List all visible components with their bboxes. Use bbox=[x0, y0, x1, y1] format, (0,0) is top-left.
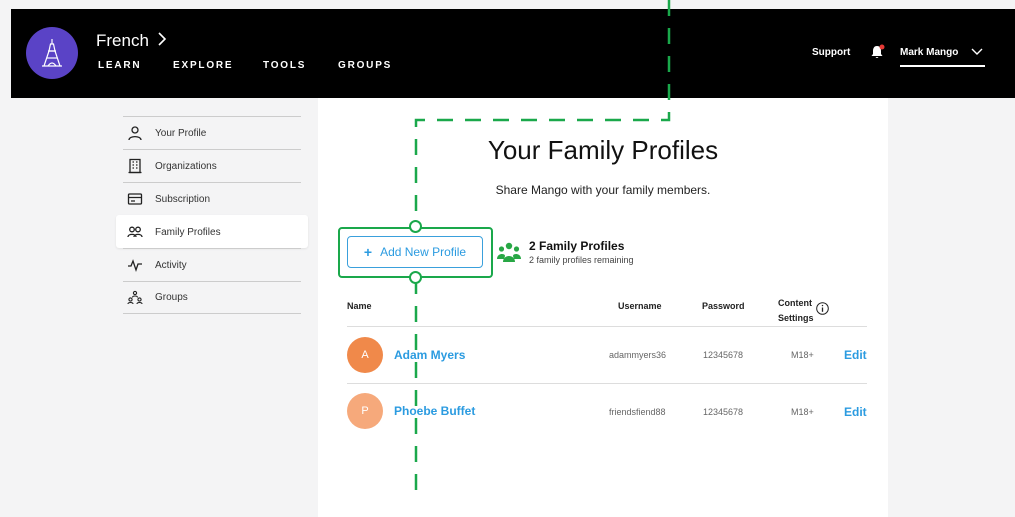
settings-sidebar: Your Profile Organizations Subscription … bbox=[116, 116, 308, 314]
family-group-icon bbox=[497, 240, 521, 264]
main-nav: LEARN EXPLORE TOOLS GROUPS bbox=[98, 60, 392, 71]
avatar: P bbox=[347, 393, 383, 429]
sidebar-item-label: Organizations bbox=[155, 160, 217, 172]
groups-icon bbox=[127, 290, 143, 304]
sidebar-item-organizations[interactable]: Organizations bbox=[123, 149, 301, 182]
nav-tools[interactable]: TOOLS bbox=[263, 60, 338, 71]
profile-password: 12345678 bbox=[703, 350, 744, 360]
column-header-username: Username bbox=[618, 301, 662, 311]
profile-name-link[interactable]: Phoebe Buffet bbox=[394, 404, 475, 418]
sidebar-item-activity[interactable]: Activity bbox=[123, 248, 301, 281]
column-header-name: Name bbox=[347, 301, 372, 311]
sidebar-item-label: Groups bbox=[155, 292, 188, 303]
nav-explore[interactable]: EXPLORE bbox=[173, 60, 263, 71]
content-settings-line2: Settings bbox=[778, 313, 814, 323]
profile-password: 12345678 bbox=[703, 407, 744, 417]
table-header-divider bbox=[347, 326, 867, 327]
page-subtitle: Share Mango with your family members. bbox=[495, 183, 711, 197]
sidebar-item-label: Subscription bbox=[155, 193, 211, 205]
info-icon[interactable] bbox=[816, 302, 829, 315]
sidebar-item-label: Your Profile bbox=[155, 127, 207, 139]
row-divider bbox=[347, 383, 867, 384]
chevron-down-icon[interactable] bbox=[971, 45, 983, 57]
avatar: A bbox=[347, 337, 383, 373]
sidebar-item-groups[interactable]: Groups bbox=[123, 281, 301, 314]
annotation-ring-top bbox=[409, 220, 422, 233]
eiffel-tower-icon[interactable] bbox=[26, 27, 78, 79]
sidebar-item-family-profiles[interactable]: Family Profiles bbox=[116, 215, 308, 248]
activity-icon bbox=[128, 259, 142, 273]
column-header-content-settings: Content Settings bbox=[778, 296, 814, 326]
language-label: French bbox=[96, 31, 149, 50]
top-navigation-bar: French LEARN EXPLORE TOOLS GROUPS Suppor… bbox=[11, 9, 1015, 98]
edit-profile-button[interactable]: Edit bbox=[844, 348, 867, 362]
support-link[interactable]: Support bbox=[812, 47, 850, 58]
sidebar-item-your-profile[interactable]: Your Profile bbox=[123, 116, 301, 149]
family-count-title: 2 Family Profiles bbox=[529, 239, 625, 253]
profile-name-link[interactable]: Adam Myers bbox=[394, 348, 465, 362]
page-title: Your Family Profiles bbox=[487, 135, 719, 165]
people-icon bbox=[127, 226, 143, 238]
sidebar-item-label: Family Profiles bbox=[155, 226, 221, 238]
nav-groups[interactable]: GROUPS bbox=[338, 60, 392, 71]
column-header-password: Password bbox=[702, 301, 745, 311]
sidebar-item-subscription[interactable]: Subscription bbox=[123, 182, 301, 215]
person-icon bbox=[128, 126, 142, 141]
bell-icon[interactable] bbox=[869, 44, 885, 60]
language-selector[interactable]: French bbox=[96, 31, 167, 51]
edit-profile-button[interactable]: Edit bbox=[844, 405, 867, 419]
chevron-right-icon bbox=[157, 31, 167, 51]
profile-content-setting: M18+ bbox=[791, 407, 814, 417]
nav-learn[interactable]: LEARN bbox=[98, 60, 173, 71]
profile-content-setting: M18+ bbox=[791, 350, 814, 360]
card-icon bbox=[127, 193, 143, 205]
annotation-ring-bottom bbox=[409, 271, 422, 284]
profile-username: friendsfiend88 bbox=[609, 407, 666, 417]
content-settings-line1: Content bbox=[778, 298, 812, 308]
family-remaining-text: 2 family profiles remaining bbox=[529, 255, 634, 265]
sidebar-item-label: Activity bbox=[155, 259, 187, 271]
building-icon bbox=[128, 158, 142, 174]
user-menu-underline bbox=[900, 65, 985, 67]
profile-username: adammyers36 bbox=[609, 350, 667, 360]
user-menu[interactable]: Mark Mango bbox=[900, 47, 958, 58]
